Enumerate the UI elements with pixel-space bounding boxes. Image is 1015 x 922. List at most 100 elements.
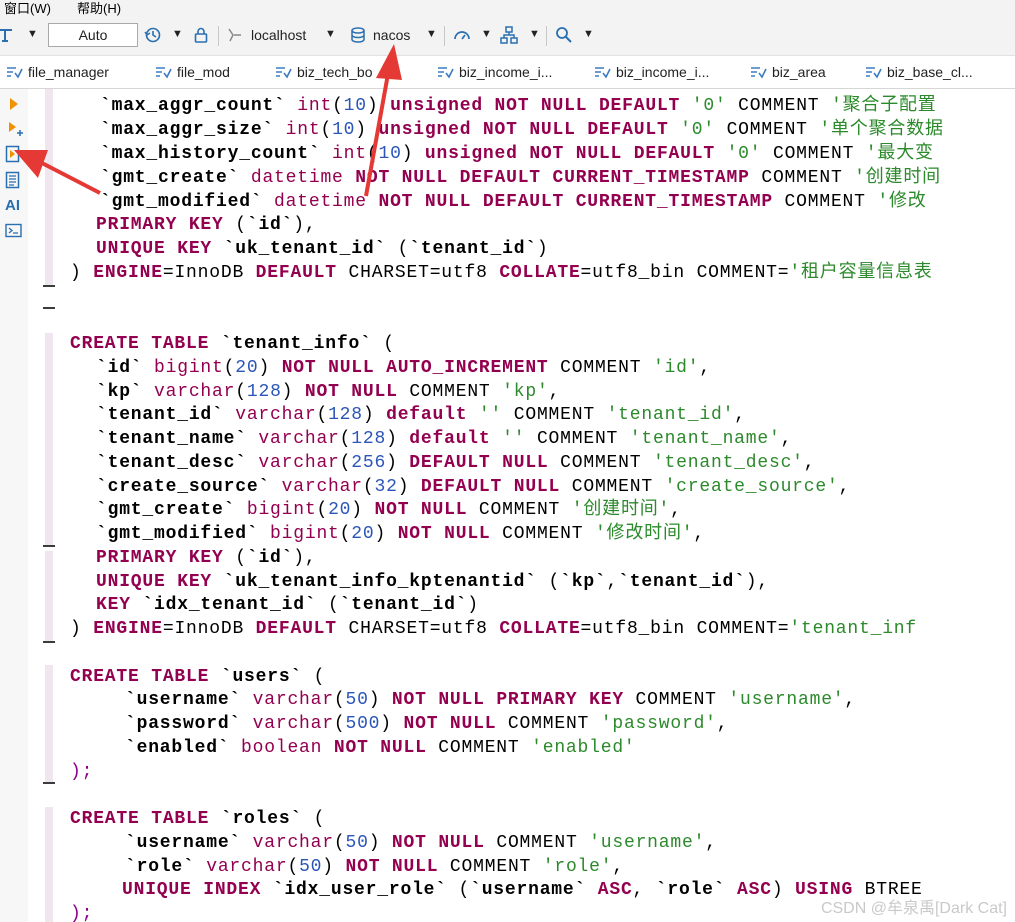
format-dropdown-caret[interactable]: ▼: [27, 28, 38, 40]
code-token: (: [223, 358, 236, 378]
code-token: default: [386, 405, 468, 425]
code-token: ): [397, 477, 421, 497]
fold-marker[interactable]: [43, 641, 55, 643]
tab-biz-income-2[interactable]: biz_income_i...: [594, 56, 734, 88]
code-token: `tenant_info`: [220, 334, 372, 354]
code-token: (: [362, 477, 375, 497]
format-icon[interactable]: [0, 26, 14, 44]
database-icon: [351, 27, 365, 43]
connection-dropdown-caret[interactable]: ▼: [325, 28, 336, 40]
code-token: `tenant_name`: [96, 429, 247, 449]
code-token: 50: [345, 690, 369, 710]
tab-file-mod[interactable]: file_mod: [155, 56, 265, 88]
execute-script-icon[interactable]: [5, 145, 21, 163]
code-token: NOT NULL PRIMARY KEY: [391, 690, 624, 710]
watermark: CSDN @牟泉禹[Dark Cat]: [820, 900, 1007, 917]
fold-marker[interactable]: [43, 307, 55, 309]
code-line: `password` varchar(500) NOT NULL COMMENT…: [125, 712, 728, 736]
connection-select[interactable]: localhost: [251, 27, 306, 43]
code-line: ) ENGINE=InnoDB DEFAULT CHARSET=utf8 COL…: [70, 617, 917, 641]
sql-editor[interactable]: `max_aggr_count` int(10) unsigned NOT NU…: [70, 89, 1015, 922]
code-token: `username`: [470, 880, 587, 900]
code-token: `max_aggr_size`: [100, 120, 275, 140]
code-token: '创建时间: [854, 168, 941, 188]
database-select[interactable]: nacos: [373, 27, 410, 43]
code-token: (: [333, 714, 346, 734]
network-dropdown-caret[interactable]: ▼: [529, 28, 540, 40]
code-token: DEFAULT NULL: [409, 453, 549, 473]
lock-icon[interactable]: [192, 26, 210, 44]
code-token: (: [339, 453, 352, 473]
code-token: `role`: [655, 880, 726, 900]
history-icon[interactable]: [144, 26, 162, 44]
tab-biz-income-1[interactable]: biz_income_i...: [437, 56, 587, 88]
database-dropdown-caret[interactable]: ▼: [426, 28, 437, 40]
fold-marker[interactable]: [43, 782, 55, 784]
code-token: `username`: [125, 833, 242, 853]
code-token: bigint: [142, 358, 224, 378]
menu-window[interactable]: 窗口(W): [4, 0, 51, 17]
tab-file-manager[interactable]: file_manager: [6, 56, 146, 88]
tab-biz-area[interactable]: biz_area: [750, 56, 860, 88]
code-token: ASC: [737, 880, 772, 900]
dashboard-dropdown-caret[interactable]: ▼: [481, 28, 492, 40]
toolbar-separator: [546, 26, 547, 46]
code-token: COMMENT: [726, 96, 831, 116]
history-dropdown-caret[interactable]: ▼: [172, 28, 183, 40]
ai-assistant-icon[interactable]: AI: [5, 197, 20, 214]
menu-help[interactable]: 帮助(H): [77, 0, 121, 17]
code-token: (: [386, 239, 410, 259]
code-token: default: [409, 429, 491, 449]
code-token: COLLATE: [499, 619, 581, 639]
run-current-icon[interactable]: [8, 121, 24, 137]
code-token: CREATE TABLE: [70, 809, 210, 829]
code-token: `tenant_id`: [96, 405, 224, 425]
code-line: ) ENGINE=InnoDB DEFAULT CHARSET=utf8 COL…: [70, 261, 933, 285]
code-line: `username` varchar(50) NOT NULL COMMENT …: [125, 831, 717, 855]
connection-icon: [228, 28, 241, 42]
code-line: `create_source` varchar(32) DEFAULT NULL…: [96, 475, 850, 499]
code-token: ): [368, 833, 392, 853]
table-tab-icon: [7, 67, 23, 79]
table-tab-icon: [751, 67, 767, 79]
limit-select[interactable]: Auto: [48, 23, 138, 47]
search-dropdown-caret[interactable]: ▼: [583, 28, 594, 40]
code-token: COMMENT: [761, 144, 866, 164]
search-icon[interactable]: [555, 26, 573, 44]
code-token: =utf8_bin COMMENT=: [580, 263, 790, 283]
code-token: 20: [328, 500, 352, 520]
console-icon[interactable]: [5, 223, 23, 239]
code-token: varchar: [270, 477, 363, 497]
code-token: DEFAULT: [255, 619, 337, 639]
table-tab-icon: [595, 67, 611, 79]
table-tab-icon: [156, 67, 172, 79]
network-icon[interactable]: [500, 26, 518, 44]
code-token: varchar: [241, 690, 334, 710]
code-token: NOT NULL DEFAULT CURRENT_TIMESTAMP: [355, 168, 750, 188]
fold-marker[interactable]: [43, 285, 55, 287]
code-token: `role`: [125, 857, 195, 877]
run-icon[interactable]: [8, 97, 20, 111]
code-token: 'tenant_name': [629, 429, 781, 449]
code-token: COMMENT: [438, 857, 543, 877]
code-token: ASC: [597, 880, 633, 900]
code-token: varchar: [246, 429, 340, 449]
code-token: COMMENT: [749, 168, 855, 188]
fold-marker[interactable]: [43, 545, 55, 547]
table-tab-icon: [276, 67, 292, 79]
dashboard-icon[interactable]: [453, 26, 471, 44]
explain-plan-icon[interactable]: [5, 171, 21, 189]
code-token: =InnoDB: [162, 619, 256, 639]
code-line: );: [70, 902, 93, 922]
code-token: 'enabled': [531, 738, 636, 758]
tab-biz-base-cl[interactable]: biz_base_cl...: [865, 56, 1015, 88]
tab-biz-tech-bo[interactable]: biz_tech_bo: [275, 56, 425, 88]
code-token: COMMENT: [502, 405, 607, 425]
code-token: `enabled`: [125, 738, 230, 758]
code-token: ),: [293, 548, 317, 568]
